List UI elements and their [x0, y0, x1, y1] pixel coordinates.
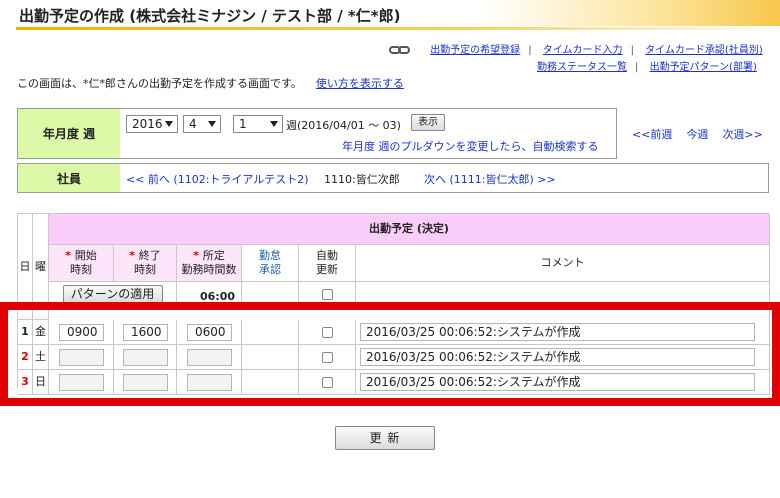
year-select[interactable]: 2016	[126, 115, 178, 133]
row-weekday: 日	[33, 370, 49, 395]
row-approval	[242, 320, 299, 345]
pattern-approval	[242, 282, 299, 308]
header-approval: 勤怠 承認	[242, 245, 299, 282]
header-group: 出勤予定 (決定)	[49, 214, 770, 245]
schedule-table: 日 曜 出勤予定 (決定) * 開始 時刻 * 終了 時刻 * 所定 勤務時間数 勤怠…	[17, 213, 770, 395]
link-timecard-input[interactable]: タイムカード入力	[543, 45, 623, 56]
row-weekday: 金	[33, 320, 49, 345]
comment-input[interactable]: 2016/03/25 00:06:52:システムが作成	[360, 373, 755, 391]
link-schedule-request[interactable]: 出勤予定の希望登録	[430, 45, 520, 56]
header-comment: コメント	[356, 245, 770, 282]
period-label: 年月度 週	[18, 109, 120, 158]
month-select[interactable]: 4	[183, 115, 221, 133]
week-nav: <<前週 今週 次週>>	[632, 126, 763, 142]
next-week-link[interactable]: 次週>>	[722, 128, 762, 141]
employee-box: 社員 << 前へ (1102:トライアルテスト2) 1110:皆仁次郎 次へ (…	[17, 163, 769, 193]
pattern-auto-cell	[299, 282, 356, 308]
row-work-cell: 0600	[177, 320, 242, 345]
header-weekday: 曜	[33, 214, 49, 320]
link-work-status[interactable]: 勤務ステータス一覧	[537, 62, 627, 73]
row-day: 3	[18, 370, 33, 395]
start-time-input[interactable]	[58, 348, 104, 366]
show-button[interactable]: 表示	[411, 114, 445, 131]
row-auto-cell	[299, 345, 356, 370]
week-suffix: 週(2016/04/01 〜 03)	[286, 119, 401, 132]
link-schedule-pattern[interactable]: 出勤予定パターン(部署)	[650, 62, 757, 73]
link-chain-icon	[389, 45, 413, 55]
title-bar: 出勤予定の作成 (株式会社ミナジン / テスト部 / *仁*郎)	[0, 0, 780, 36]
row-comment-cell: 2016/03/25 00:06:52:システムが作成	[356, 345, 770, 370]
row-start-cell: 0900	[49, 320, 114, 345]
period-hint: 年月度 週のプルダウンを変更したら、自動検索する	[342, 140, 599, 153]
pattern-gap	[18, 308, 770, 320]
week-value: 1	[239, 117, 247, 131]
row-auto-cell	[299, 320, 356, 345]
row-work-cell	[177, 370, 242, 395]
update-button[interactable]: 更 新	[335, 426, 435, 450]
chevron-down-icon	[165, 121, 173, 127]
top-links-row2: 勤務ステータス一覧 | 出勤予定パターン(部署)	[537, 62, 757, 73]
next-employee-link[interactable]: 次へ (1111:皆仁太郎) >>	[424, 171, 556, 187]
usage-link[interactable]: 使い方を表示する	[316, 77, 404, 90]
auto-update-checkbox[interactable]	[321, 376, 333, 388]
auto-update-checkbox[interactable]	[321, 326, 333, 338]
auto-update-checkbox[interactable]	[321, 351, 333, 363]
month-value: 4	[189, 117, 197, 131]
prev-employee-link[interactable]: << 前へ (1102:トライアルテスト2)	[126, 171, 309, 187]
pattern-cell: パターンの適用	[49, 282, 177, 308]
row-auto-cell	[299, 370, 356, 395]
week-select[interactable]: 1	[233, 115, 283, 133]
page-title: 出勤予定の作成 (株式会社ミナジン / テスト部 / *仁*郎)	[19, 7, 401, 25]
start-time-input[interactable]: 0900	[58, 323, 104, 341]
period-box: 年月度 週 2016 4 1 週(2016/04/01 〜 03) 表示 年月度…	[17, 108, 617, 159]
header-auto-update: 自動 更新	[299, 245, 356, 282]
header-start: * 開始 時刻	[49, 245, 114, 282]
row-end-cell	[114, 345, 177, 370]
end-time-input[interactable]	[122, 373, 168, 391]
page-description: この画面は、*仁*郎さんの出勤予定を作成する画面です。 使い方を表示する	[17, 75, 404, 91]
top-links-row1: 出勤予定の希望登録 | タイムカード入力 | タイムカード承認(社員別)	[389, 41, 763, 56]
row-day: 1	[18, 320, 33, 345]
row-comment-cell: 2016/03/25 00:06:52:システムが作成	[356, 320, 770, 345]
chevron-down-icon	[270, 121, 278, 127]
row-day: 2	[18, 345, 33, 370]
period-range: (2016/04/01 〜 03)	[297, 119, 401, 132]
row-weekday: 土	[33, 345, 49, 370]
employee-label: 社員	[18, 164, 120, 192]
title-gradient	[480, 0, 780, 26]
year-value: 2016	[132, 117, 163, 131]
row-end-cell: 1600	[114, 320, 177, 345]
work-hours-input[interactable]	[186, 348, 232, 366]
row-end-cell	[114, 370, 177, 395]
header-day: 日	[18, 214, 33, 320]
pattern-comment	[356, 282, 770, 308]
pattern-auto-checkbox[interactable]	[321, 289, 333, 300]
comment-input[interactable]: 2016/03/25 00:06:52:システムが作成	[360, 348, 755, 366]
current-employee: 1110:皆仁次郎	[324, 173, 400, 186]
start-time-input[interactable]	[58, 373, 104, 391]
description-text: この画面は、*仁*郎さんの出勤予定を作成する画面です。	[17, 77, 302, 90]
end-time-input[interactable]	[122, 348, 168, 366]
row-start-cell	[49, 370, 114, 395]
end-time-input[interactable]: 1600	[122, 323, 168, 341]
row-comment-cell: 2016/03/25 00:06:52:システムが作成	[356, 370, 770, 395]
header-work-hours: * 所定 勤務時間数	[177, 245, 242, 282]
row-start-cell	[49, 345, 114, 370]
row-work-cell	[177, 345, 242, 370]
title-underline	[16, 27, 776, 30]
link-timecard-approval[interactable]: タイムカード承認(社員別)	[645, 45, 763, 56]
pattern-work-hours: 06:00	[177, 282, 242, 308]
work-hours-input[interactable]: 0600	[186, 323, 232, 341]
chevron-down-icon	[208, 121, 216, 127]
row-approval	[242, 370, 299, 395]
work-hours-input[interactable]	[186, 373, 232, 391]
header-end: * 終了 時刻	[114, 245, 177, 282]
this-week-link[interactable]: 今週	[686, 128, 708, 141]
comment-input[interactable]: 2016/03/25 00:06:52:システムが作成	[360, 323, 755, 341]
apply-pattern-button[interactable]: パターンの適用	[62, 285, 163, 304]
row-approval	[242, 345, 299, 370]
prev-week-link[interactable]: <<前週	[632, 128, 672, 141]
